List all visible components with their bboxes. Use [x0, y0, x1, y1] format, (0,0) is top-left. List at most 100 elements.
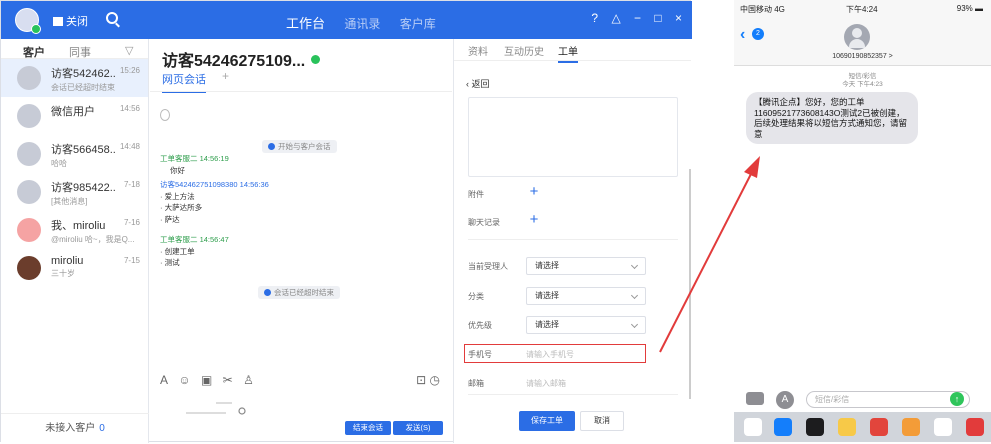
- close-icon[interactable]: ×: [675, 11, 682, 25]
- unanswered-customers[interactable]: 未接入客户 0: [1, 413, 149, 443]
- camera-icon[interactable]: [746, 392, 764, 405]
- tab-web-session[interactable]: 网页会话: [162, 71, 206, 93]
- add-chat-record-icon[interactable]: +: [526, 212, 542, 229]
- contact-item[interactable]: 访客985422... [其他消息] 7-18: [1, 173, 148, 211]
- back-link[interactable]: ‹ 返回: [466, 77, 490, 90]
- priority-select[interactable]: 请选择: [526, 316, 646, 334]
- minimize-icon[interactable]: −: [634, 11, 641, 25]
- divider: [150, 91, 452, 92]
- music-app-icon[interactable]: [806, 418, 824, 436]
- sms-bubble: 【腾讯企点】您好，您的工单11609521773608143O测试2已被创建，后…: [746, 92, 918, 144]
- message-sender: 工单客服二 14:56:19: [160, 154, 229, 163]
- divider: [468, 239, 678, 240]
- message-sender: 工单客服二 14:56:47: [160, 235, 229, 244]
- filter-icon[interactable]: ▽: [125, 44, 133, 57]
- tab-colleagues[interactable]: 同事: [69, 44, 91, 60]
- phone-status-bar: 中国移动 4G 下午4:24 93% ▬: [734, 0, 991, 20]
- contact-name: 微信用户: [51, 106, 95, 118]
- phone-input[interactable]: 请输入手机号: [526, 349, 574, 360]
- chat-panel: 访客54246275109... 网页会话 + 开始与客户会话 工单客服二 14…: [150, 39, 452, 443]
- contact-item[interactable]: 访客542462... 会话已经超时结束 15:26: [1, 59, 148, 97]
- message-header: ‹ 2 10690190852357 >: [734, 20, 991, 66]
- status-icon: [53, 17, 63, 26]
- assignee-select[interactable]: 请选择: [526, 257, 646, 275]
- tab-interaction-history[interactable]: 互动历史: [504, 43, 544, 58]
- carrier-label: 中国移动 4G: [740, 5, 785, 14]
- system-notice: 开始与客户会话: [262, 140, 337, 153]
- contact-avatar-icon[interactable]: [844, 24, 870, 50]
- avatar: [17, 142, 41, 166]
- tab-customers[interactable]: 客户: [23, 44, 45, 60]
- title-bar: 关闭 工作台 通讯录 客户库 ? △ − □ ×: [1, 1, 692, 39]
- avatar: [17, 218, 41, 242]
- unanswered-count: 0: [99, 423, 105, 434]
- nav-workbench[interactable]: 工作台: [286, 16, 325, 31]
- bell-icon[interactable]: △: [611, 11, 620, 25]
- appstore-app-icon[interactable]: [774, 418, 792, 436]
- end-session-button[interactable]: 结束会话: [345, 421, 391, 435]
- app-store-icon[interactable]: A: [776, 391, 794, 409]
- chat-message: 工单客服二 14:56:47 · 创建工单 · 测试: [160, 234, 229, 269]
- font-icon[interactable]: A: [160, 373, 168, 387]
- divider: [468, 394, 678, 395]
- window-controls: ? △ − □ ×: [581, 11, 682, 25]
- history-icon[interactable]: ⊡: [416, 373, 426, 387]
- status-toggle-button[interactable]: 关闭: [53, 13, 88, 29]
- app-icon[interactable]: [934, 418, 952, 436]
- app-icon[interactable]: [870, 418, 888, 436]
- imessage-app-drawer: [734, 412, 991, 442]
- maximize-icon[interactable]: □: [654, 11, 661, 25]
- photos-app-icon[interactable]: [744, 418, 762, 436]
- contact-item[interactable]: 访客566458... 哈哈 14:48: [1, 135, 148, 173]
- contact-time: 7-18: [123, 180, 140, 189]
- attachment-label: 附件: [468, 190, 484, 199]
- contact-time: 14:56: [119, 104, 140, 113]
- scrollbar[interactable]: [689, 169, 691, 399]
- contact-subtitle: @miroliu 哈~，我是Q...: [51, 235, 135, 244]
- email-label: 邮箱: [468, 379, 484, 388]
- tab-ticket[interactable]: 工单: [558, 43, 578, 63]
- back-chevron-icon[interactable]: ‹: [740, 26, 745, 44]
- contact-item[interactable]: miroliu 三十岁 7-15: [1, 249, 148, 287]
- app-icon[interactable]: [966, 418, 984, 436]
- nav-customer-library[interactable]: 客户库: [400, 17, 436, 31]
- contact-name: 访客542462...: [51, 68, 115, 80]
- weibo-app-icon[interactable]: [838, 418, 856, 436]
- emoji-icon[interactable]: ☺: [178, 373, 190, 387]
- add-tab-button[interactable]: +: [222, 69, 229, 83]
- contact-name: 我、miroliu: [51, 220, 106, 232]
- contact-subtitle: 哈哈: [51, 159, 67, 168]
- add-attachment-icon[interactable]: +: [526, 184, 542, 201]
- image-icon[interactable]: ▣: [201, 373, 212, 387]
- contact-item[interactable]: 微信用户 14:56: [1, 97, 148, 135]
- save-ticket-button[interactable]: 保存工单: [519, 411, 575, 431]
- help-icon[interactable]: ?: [591, 11, 598, 25]
- message-line: · 爱上方法: [160, 191, 195, 201]
- top-nav: 工作台 通讯录 客户库: [286, 13, 452, 32]
- nav-contacts[interactable]: 通讯录: [344, 17, 380, 31]
- category-select[interactable]: 请选择: [526, 287, 646, 305]
- end-notice-text: 会话已经超时结束: [274, 288, 334, 297]
- chat-message: 工单客服二 14:56:19 你好: [160, 153, 229, 176]
- start-notice-text: 开始与客户会话: [278, 142, 331, 151]
- search-icon[interactable]: [106, 12, 118, 24]
- ticket-description-field[interactable]: [468, 97, 678, 177]
- email-input[interactable]: 请输入邮箱: [526, 378, 566, 389]
- cancel-button[interactable]: 取消: [580, 411, 624, 431]
- sms-time: 今天 下午4:23: [842, 81, 883, 88]
- clock-icon[interactable]: ◷: [430, 373, 440, 387]
- contact-item[interactable]: 我、miroliu @miroliu 哈~，我是Q... 7-16: [1, 211, 148, 249]
- loading-icon: [160, 109, 170, 121]
- my-avatar[interactable]: [15, 8, 41, 34]
- app-icon[interactable]: [902, 418, 920, 436]
- input-area-scribble[interactable]: [166, 395, 246, 417]
- scissors-icon[interactable]: ✂: [223, 373, 233, 387]
- tab-profile[interactable]: 资料: [468, 43, 488, 58]
- send-button[interactable]: 发送(S): [393, 421, 443, 435]
- send-arrow-icon[interactable]: ↑: [950, 392, 964, 406]
- contact-number[interactable]: 10690190852357 >: [734, 53, 991, 60]
- user-card-icon[interactable]: ♙: [243, 373, 254, 387]
- avatar: [17, 180, 41, 204]
- avatar: [17, 256, 41, 280]
- sms-input[interactable]: 短信/彩信: [806, 391, 970, 408]
